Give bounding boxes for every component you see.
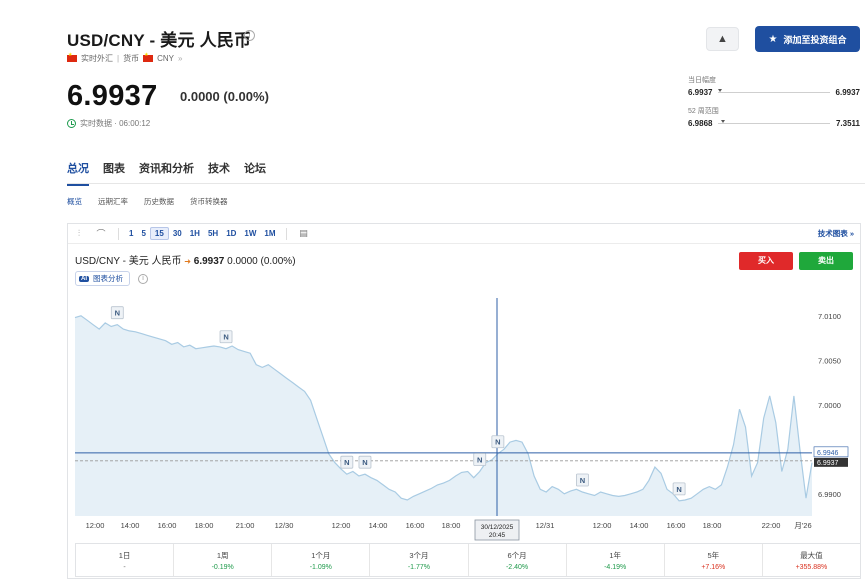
chevron-right-icon: » [177, 54, 183, 63]
timeframe-1[interactable]: 1 [125, 228, 137, 239]
week52-range-bar [718, 120, 830, 124]
performance-value: -2.40% [505, 564, 529, 571]
add-to-portfolio-button[interactable]: ★ 添加至投资组合 [755, 26, 860, 52]
ai-badge: AI [79, 275, 89, 282]
area-chart-icon[interactable]: ⌒ [90, 227, 112, 240]
technical-chart-link[interactable]: 技术图表 » [818, 228, 854, 239]
chart-panel [67, 223, 861, 579]
star-icon: ★ [768, 33, 778, 45]
toolbar-divider [285, 227, 287, 240]
performance-period: 最大值 [800, 551, 823, 560]
tabs-divider [67, 183, 865, 184]
performance-period: 5年 [707, 551, 720, 560]
toolbar-divider [118, 227, 119, 240]
timeframe-5h[interactable]: 5H [204, 228, 222, 239]
day-range-low: 6.9937 [688, 88, 713, 97]
add-to-portfolio-label: 添加至投资组合 [783, 34, 847, 45]
subtab-historical-data[interactable]: 历史数据 [144, 196, 174, 207]
performance-value: +355.88% [795, 564, 828, 571]
performance-cell[interactable]: 5年 +7.16% [665, 544, 763, 576]
separator: | [117, 54, 120, 63]
instrument-currency[interactable]: CNY [157, 54, 174, 63]
arrow-right-icon: ➜ [184, 257, 191, 266]
day-range: 当日幅度 6.9937 6.9937 [688, 75, 860, 97]
week52-range: 52 周范围 6.9868 7.3511 [688, 106, 860, 128]
performance-period: 6个月 [507, 551, 527, 560]
subtab-overview[interactable]: 概览 [67, 196, 82, 207]
realtime-status: 实时数据 · 06:00:12 [67, 118, 150, 129]
performance-value: -1.77% [407, 564, 431, 571]
timeframe-1d[interactable]: 1D [222, 228, 240, 239]
performance-period: 1日 [118, 551, 131, 560]
current-price: 6.9937 [67, 80, 158, 112]
performance-cell[interactable]: 1个月 -1.09% [272, 544, 371, 576]
performance-value: -0.19% [211, 564, 234, 571]
day-range-label: 当日幅度 [688, 77, 716, 84]
performance-period: 1周 [216, 551, 229, 560]
table-view-icon[interactable]: ▤ [293, 228, 315, 239]
week52-range-label: 52 周范围 [688, 108, 719, 115]
sell-button[interactable]: 卖出 [799, 252, 853, 270]
chart-change: 0.0000 (0.00%) [227, 256, 296, 267]
sub-tabs: 概览 远期汇率 历史数据 货币转换器 [67, 196, 228, 207]
chart-title: USD/CNY - 美元 人民币 ➜ 6.9937 0.0000 (0.00%) [75, 252, 296, 267]
performance-period: 3个月 [409, 551, 429, 560]
subtab-forward-rates[interactable]: 远期汇率 [98, 196, 128, 207]
performance-value: -4.19% [604, 564, 627, 571]
chart-pair: USD/CNY - 美元 人民币 [75, 256, 182, 267]
price-change: 0.0000 (0.00%) [180, 89, 269, 104]
clock-icon [67, 119, 76, 128]
week52-range-high: 7.3511 [835, 119, 860, 128]
performance-cell[interactable]: 6个月 -2.40% [469, 544, 567, 576]
performance-cell[interactable]: 1年 -4.19% [567, 544, 665, 576]
page-title: USD/CNY - 美元 人民币 [67, 31, 252, 50]
instrument-category: 货币 [123, 54, 140, 63]
bell-icon: ▲ [717, 33, 728, 45]
instrument-meta: 实时外汇 | 货币 CNY » [67, 52, 183, 64]
performance-cell[interactable]: 3个月 -1.77% [370, 544, 469, 576]
chart-toolbar: ⫶ ⌒ 1 5 15 30 1H 5H 1D 1W 1M ▤ 技术图表 » [68, 224, 860, 244]
performance-cell[interactable]: 1周 -0.19% [174, 544, 273, 576]
performance-value: -1.09% [309, 564, 332, 571]
china-flag-icon [143, 52, 154, 62]
candlestick-icon[interactable]: ⫶ [68, 228, 90, 239]
instrument-type: 实时外汇 [81, 54, 113, 63]
ai-chart-analysis-button[interactable]: AI 图表分析 [75, 271, 130, 286]
timeframe-1h[interactable]: 1H [186, 228, 204, 239]
week52-range-low: 6.9868 [688, 119, 713, 128]
subtab-currency-converter[interactable]: 货币转换器 [190, 196, 228, 207]
chart-price: 6.9937 [193, 256, 225, 267]
performance-cell[interactable]: 1日 - [76, 544, 175, 576]
timeframe-30[interactable]: 30 [169, 228, 186, 239]
performance-period: 1个月 [311, 551, 331, 560]
realtime-label: 实时数据 · 06:00:12 [80, 119, 151, 128]
performance-value: - [123, 564, 126, 571]
china-flag-icon [67, 52, 77, 62]
performance-row: 1日 - 1周 -0.19% 1个月 -1.09% 3个月 -1.77% 6个月 -2.40% 1年… [75, 543, 861, 577]
buy-button[interactable]: 买入 [739, 252, 793, 270]
timeframe-15[interactable]: 15 [149, 227, 169, 240]
performance-value: +7.16% [701, 564, 726, 571]
performance-cell[interactable]: 最大值 +355.88% [763, 544, 860, 576]
ai-chart-analysis-label: 图表分析 [93, 274, 123, 283]
alert-bell-button[interactable]: ▲ [706, 27, 739, 51]
performance-period: 1年 [609, 551, 622, 560]
timeframe-1w[interactable]: 1W [240, 228, 260, 239]
info-icon[interactable]: i [244, 30, 255, 41]
day-range-bar [718, 89, 830, 93]
timeframe-1m[interactable]: 1M [260, 228, 279, 239]
info-icon[interactable]: i [138, 274, 148, 284]
day-range-high: 6.9937 [835, 88, 860, 97]
timeframe-5[interactable]: 5 [137, 228, 149, 239]
